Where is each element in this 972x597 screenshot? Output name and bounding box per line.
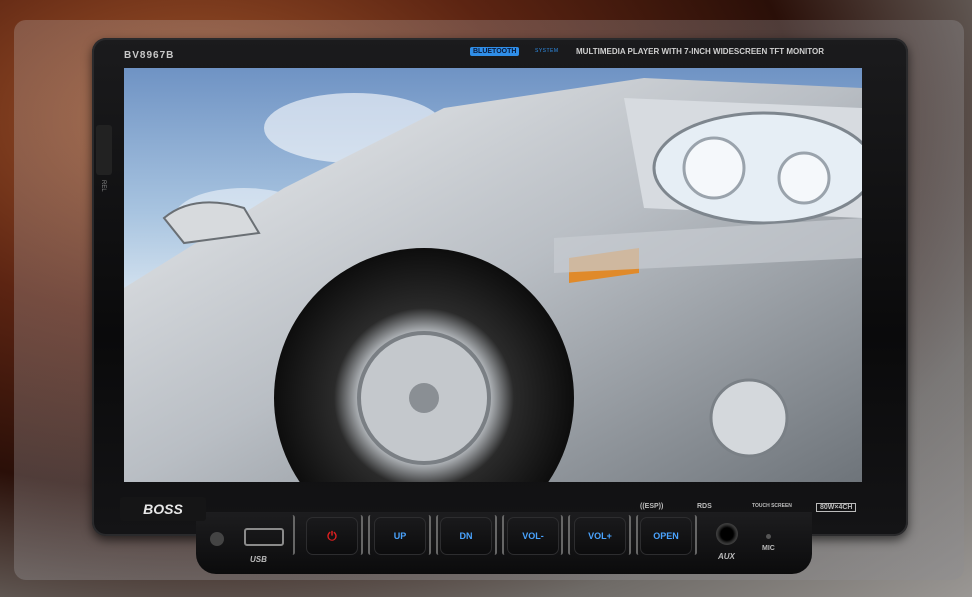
car-image bbox=[124, 78, 862, 482]
divider bbox=[568, 515, 573, 555]
bluetooth-system-label: SYSTEM bbox=[535, 48, 559, 54]
divider bbox=[426, 515, 431, 555]
divider bbox=[358, 515, 363, 555]
power-button[interactable]: ⏻ bbox=[306, 517, 358, 555]
release-button[interactable] bbox=[96, 125, 112, 175]
usb-port[interactable] bbox=[244, 528, 284, 546]
product-tagline: MULTIMEDIA PLAYER WITH 7-INCH WIDESCREEN… bbox=[576, 47, 824, 56]
power-output-badge: 80W×4CH bbox=[816, 503, 857, 512]
mic-label: MIC bbox=[762, 545, 775, 552]
volume-knob[interactable] bbox=[210, 532, 224, 546]
model-number: BV8967B bbox=[124, 50, 175, 61]
mic-hole bbox=[766, 534, 771, 539]
up-button[interactable]: UP bbox=[374, 517, 426, 555]
touch-screen-badge: TOUCH SCREEN bbox=[752, 503, 792, 509]
aux-input-jack[interactable] bbox=[716, 523, 738, 545]
divider bbox=[368, 515, 373, 555]
divider bbox=[492, 515, 497, 555]
release-label: REL bbox=[100, 180, 106, 192]
bluetooth-badge: BLUETOOTH bbox=[470, 47, 520, 56]
usb-label: USB bbox=[250, 555, 267, 564]
esp-badge: ((ESP)) bbox=[640, 503, 664, 510]
divider bbox=[692, 515, 697, 555]
aux-label: AUX bbox=[718, 552, 735, 561]
down-button[interactable]: DN bbox=[440, 517, 492, 555]
volume-down-button[interactable]: VOL- bbox=[507, 517, 559, 555]
divider bbox=[558, 515, 563, 555]
rds-badge: RDS bbox=[697, 503, 712, 510]
divider bbox=[290, 515, 295, 555]
volume-up-button[interactable]: VOL+ bbox=[574, 517, 626, 555]
divider bbox=[626, 515, 631, 555]
brand-logo: BOSS bbox=[120, 497, 206, 521]
display-screen[interactable] bbox=[124, 68, 862, 482]
open-button[interactable]: OPEN bbox=[640, 517, 692, 555]
